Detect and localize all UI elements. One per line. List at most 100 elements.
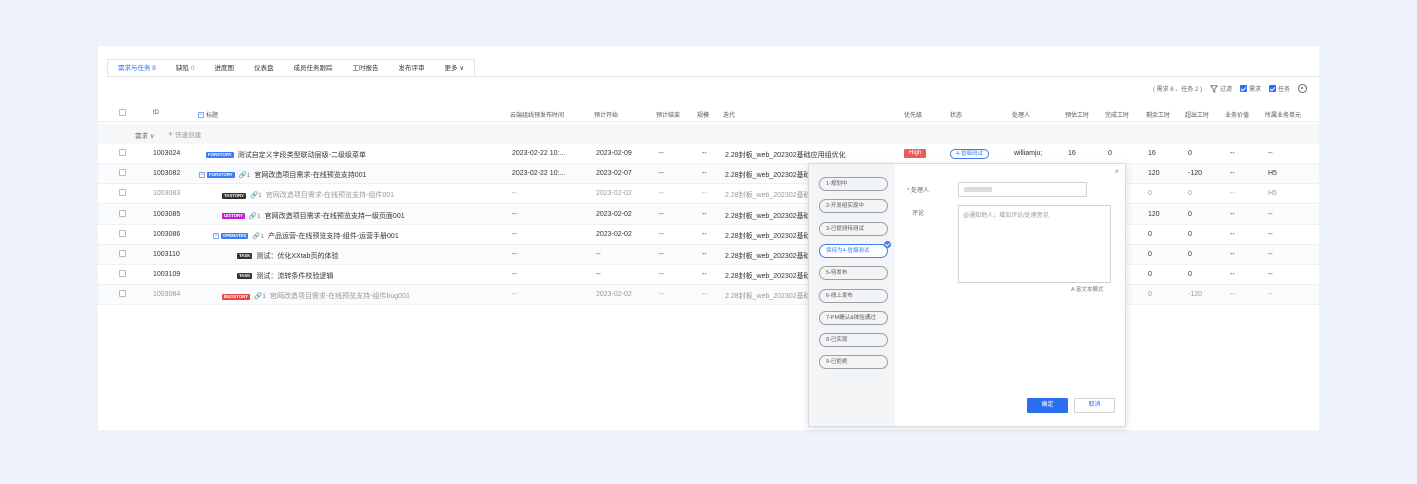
link-icon: 🔗1 — [248, 212, 261, 220]
toggle-requirements[interactable]: 需求 — [1239, 84, 1261, 93]
item-title[interactable]: 测试：优化XXtab页的体验 — [256, 253, 338, 260]
confirm-button[interactable]: 确定 — [1027, 398, 1068, 413]
status-step-option[interactable]: 1-规划中 — [819, 177, 888, 191]
row-checkbox[interactable] — [119, 290, 126, 298]
table-row[interactable]: 1003085 UISTORY 🔗1 官网改造项目需求-在线预览支持一级页面001 --… — [98, 204, 1319, 225]
checkbox-checked-icon[interactable] — [1239, 85, 1247, 92]
row-checkbox[interactable] — [119, 209, 126, 217]
item-title[interactable]: 官网改造项目需求-在线预览支持-组件001 — [266, 192, 394, 199]
checkbox-checked-icon[interactable] — [1268, 85, 1276, 92]
cell-unit: -- — [1268, 291, 1273, 299]
status-step-option[interactable]: 7-PM确认&体验通过 — [819, 310, 888, 325]
title-cell[interactable]: − OPERATES 🔗1 产品运营-在线预览支持-组件-运营手册001 — [213, 231, 399, 241]
handler-input[interactable] — [958, 182, 1087, 197]
tab-defects[interactable]: 缺陷 0 — [166, 60, 205, 77]
item-title[interactable]: 官网改造项目需求-在线预览支持-组件bug001 — [270, 293, 410, 300]
item-title[interactable]: 官网改造项目需求-在线预览支持001 — [254, 172, 366, 179]
select-all-checkbox[interactable] — [119, 109, 126, 116]
status-step-option[interactable]: 6-线上发布 — [819, 288, 888, 303]
collapse-all-icon[interactable]: − — [198, 112, 204, 119]
table-row[interactable]: 1003024 FORSTORY 测试自定义字段类型联动层级-二级级菜单 2023-0… — [98, 144, 1319, 164]
cell-id: 1003082 — [153, 170, 181, 178]
cell-start: 2023-02-02 — [596, 291, 632, 299]
item-title[interactable]: 测试自定义字段类型联动层级-二级级菜单 — [238, 152, 366, 159]
type-tag: TASK — [237, 253, 253, 260]
title-cell[interactable]: UISTORY 🔗1 官网改造项目需求-在线预览支持一级页面001 — [222, 211, 405, 221]
status-step-option[interactable]: 2-开发组实现中 — [819, 199, 888, 214]
title-cell[interactable]: − FORSTORY 🔗1 官网改造项目需求-在线预览支持001 — [199, 170, 366, 180]
cell-release: 2023-02-22 10:... — [512, 150, 566, 157]
title-cell[interactable]: TASK 测试：优化XXtab页的体验 — [237, 251, 338, 261]
table-row[interactable]: 1003086 − OPERATES 🔗1 产品运营-在线预览支持-组件-运营手册001… — [98, 225, 1319, 245]
cell-id: 1003024 — [153, 150, 181, 157]
count-summary: ( 需求 6 、任务 2 ) — [1152, 87, 1202, 93]
filter-button[interactable]: 过滤 — [1209, 84, 1232, 93]
cell-iter: 2.28封板_web_202302基础应用组优化 — [725, 152, 846, 159]
tab-label: 工时报告 — [352, 65, 379, 72]
comment-textarea[interactable]: @通知他人，增加评论/处理意见 — [958, 205, 1111, 283]
row-checkbox[interactable] — [119, 169, 126, 177]
row-checkbox[interactable] — [119, 250, 126, 257]
status-step-option[interactable]: 保持为4-冒烟测试 — [819, 240, 891, 258]
toggle-tasks[interactable]: 任务 — [1268, 84, 1290, 93]
tab-label: 缺陷 — [175, 65, 189, 72]
cell-remain: 0 — [1148, 271, 1152, 279]
tab-requirements[interactable]: 需求与任务 8 — [108, 60, 166, 77]
title-cell[interactable]: TASTORY 🔗1 官网改造项目需求-在线预览支持-组件001 — [222, 190, 394, 200]
row-checkbox[interactable] — [119, 270, 126, 278]
title-cell[interactable]: TASK 测试：流转条件校验逻辑 — [237, 271, 333, 281]
cell-start: 2023-02-02 — [596, 210, 632, 218]
tab-dashboard[interactable]: 仪表盘 — [244, 60, 284, 77]
item-title[interactable]: 产品运营-在线预览支持-组件-运营手册001 — [268, 233, 399, 240]
cell-scale: -- — [702, 150, 707, 157]
close-icon[interactable]: × — [1114, 167, 1119, 176]
tab-label: 进度图 — [214, 65, 235, 72]
quick-create-button[interactable]: + 快速创建 — [168, 129, 201, 140]
tab-member-tracking[interactable]: 成员任务跟踪 — [284, 60, 343, 77]
cancel-button[interactable]: 取消 — [1074, 398, 1115, 413]
collapse-icon[interactable]: − — [199, 172, 205, 179]
row-checkbox[interactable] — [119, 229, 126, 237]
collapse-icon[interactable]: − — [213, 232, 219, 239]
group-toggle[interactable]: 需求 ∨ — [135, 130, 155, 140]
status-step-option[interactable]: 9-已拒绝 — [819, 355, 888, 370]
priority-badge[interactable]: High — [904, 149, 927, 158]
cell-unit: -- — [1268, 230, 1273, 238]
settings-icon[interactable] — [1298, 84, 1307, 93]
cell-start: -- — [596, 251, 601, 258]
col-status: 状态 — [950, 113, 963, 119]
table-row[interactable]: 1003110 TASK 测试：优化XXtab页的体验 -- -- -- -- 2.28封板_… — [98, 245, 1319, 265]
tab-more[interactable]: 更多 ∨ — [435, 60, 475, 77]
step-label: 5-待发布 — [826, 270, 848, 277]
table-row[interactable]: 1003083 TASTORY 🔗1 官网改造项目需求-在线预览支持-组件001 -- 2… — [98, 184, 1319, 205]
item-title[interactable]: 测试：流转条件校验逻辑 — [256, 273, 333, 280]
cell-remain: 16 — [1148, 150, 1156, 157]
status-step-option[interactable]: 3-已提测待测试 — [819, 221, 888, 236]
tab-hours-report[interactable]: 工时报告 — [343, 60, 389, 77]
status-badge[interactable]: 4-冒烟测试 — [950, 149, 989, 159]
cell-end: -- — [659, 210, 664, 218]
cell-est: 16 — [1068, 150, 1076, 157]
row-checkbox[interactable] — [119, 189, 126, 197]
toggle-label: 需求 — [1248, 87, 1261, 93]
toolbar: ( 需求 6 、任务 2 ) 过滤 需求 任务 — [1153, 84, 1307, 93]
group-header: 需求 ∨ + 快速创建 — [98, 124, 1319, 144]
cell-over: 0 — [1188, 210, 1192, 218]
tab-release-review[interactable]: 发布评审 — [389, 60, 435, 77]
title-cell[interactable]: BUGSTORY 🔗1 官网改造项目需求-在线预览支持-组件bug001 — [222, 291, 410, 301]
status-step-option[interactable]: 8-已实现 — [819, 333, 888, 348]
status-step-option[interactable]: 5-待发布 — [819, 266, 888, 281]
table-row[interactable]: 1003082 − FORSTORY 🔗1 官网改造项目需求-在线预览支持001 2023… — [98, 164, 1319, 185]
tab-progress[interactable]: 进度图 — [205, 60, 245, 77]
cell-id: 1003109 — [153, 271, 181, 279]
rich-text-toggle[interactable]: A 富文本模式 — [1071, 285, 1103, 293]
table-row[interactable]: 1003084 BUGSTORY 🔗1 官网改造项目需求-在线预览支持-组件bug00… — [98, 285, 1319, 306]
title-cell[interactable]: FORSTORY 测试自定义字段类型联动层级-二级级菜单 — [206, 150, 366, 160]
cell-id: 1003110 — [153, 251, 180, 258]
row-checkbox[interactable] — [119, 149, 126, 156]
tab-label: 需求与任务 8 — [118, 65, 156, 72]
cell-scale: -- — [702, 271, 707, 279]
cell-over: 0 — [1188, 230, 1192, 238]
item-title[interactable]: 官网改造项目需求-在线预览支持一级页面001 — [265, 213, 405, 220]
table-row[interactable]: 1003109 TASK 测试：流转条件校验逻辑 -- -- -- -- 2.28封板_web… — [98, 265, 1319, 286]
